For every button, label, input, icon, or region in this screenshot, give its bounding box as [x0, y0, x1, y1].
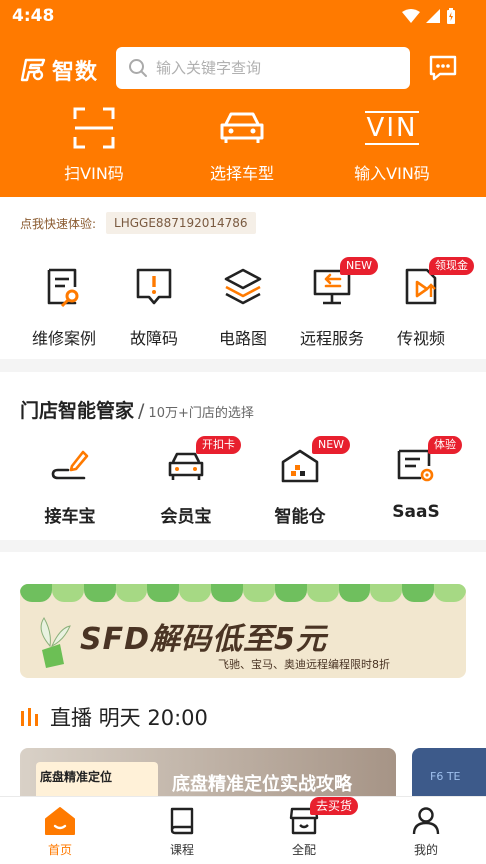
promo-section: SFD解码低至5元 飞驰、宝马、奥迪远程编程限时8折 直播 明天 20:00 底… [0, 552, 486, 812]
tool-upload-video[interactable]: 传视频 领现金 [377, 257, 474, 349]
store-manager-header: 门店智能管家 / 10万+门店的选择 [20, 396, 254, 423]
logo-icon [20, 58, 46, 82]
live-title: 直播 明天 20:00 [50, 706, 208, 730]
trial-vin-code[interactable]: LHGGE887192014786 [106, 212, 256, 234]
tab-profile[interactable]: 我的 [386, 805, 466, 858]
live-card-title: 底盘精准定位实战攻略 [172, 774, 352, 795]
new-badge: NEW [340, 257, 379, 275]
search-bar[interactable] [116, 47, 410, 89]
tab-home[interactable]: 首页 [20, 805, 100, 858]
tab-parts[interactable]: 全配 去买货 [264, 797, 359, 858]
new-badge: NEW [312, 436, 351, 454]
fault-code-icon [136, 268, 172, 305]
trial-label: 点我快速体验: [20, 216, 97, 231]
search-input[interactable] [156, 59, 386, 77]
search-icon [129, 59, 147, 77]
top-bar: 智数 [0, 44, 486, 92]
user-icon [412, 807, 440, 835]
trial-badge: 体验 [428, 436, 462, 454]
tab-label: 我的 [413, 843, 438, 857]
cash-reward-badge: 领现金 [429, 257, 474, 275]
store-item-label: 接车宝 [44, 507, 96, 527]
tool-fault-code[interactable]: 故障码 [110, 265, 198, 349]
banner-subtitle: 飞驰、宝马、奥迪远程编程限时8折 [218, 658, 390, 671]
store-item-label: 会员宝 [160, 507, 212, 527]
live-card-next-text: F6 TE [430, 770, 461, 783]
tool-circuit[interactable]: 电路图 [199, 265, 287, 349]
status-time: 4:48 [12, 6, 55, 26]
tool-label: 远程服务 [299, 329, 364, 348]
store-item-label: 智能仓 [274, 507, 326, 527]
store-manager-subtitle: 10万+门店的选择 [148, 406, 254, 421]
buy-goods-badge: 去买货 [310, 797, 359, 815]
header: 4:48 智数 输入关键字查询 扫VIN码 选择车型 VIN 输入VIN码 [0, 0, 486, 197]
pen-road-icon [51, 450, 89, 480]
select-model-button[interactable]: 选择车型 [182, 106, 302, 186]
status-bar: 4:48 [0, 0, 486, 34]
tool-label: 传视频 [396, 329, 445, 348]
tab-label: 全配 [291, 843, 316, 857]
book-icon [170, 807, 194, 835]
logo-text: 智数 [52, 60, 99, 85]
wifi-icon [402, 9, 420, 23]
store-item-member[interactable]: 会员宝 开扣卡 [136, 436, 241, 527]
input-vin-button[interactable]: VIN 输入VIN码 [332, 106, 452, 186]
trial-row[interactable]: 点我快速体验: LHGGE887192014786 [20, 212, 256, 234]
app-logo: 智数 [20, 54, 98, 86]
tool-label: 故障码 [129, 329, 178, 348]
circuit-layers-icon [224, 268, 262, 305]
store-item-label: SaaS [392, 502, 440, 522]
store-manager-title: 门店智能管家 [20, 400, 135, 422]
banner-awning [20, 584, 466, 602]
scan-icon [73, 107, 115, 149]
store-item-warehouse[interactable]: 智能仓 NEW [250, 436, 351, 527]
select-model-label: 选择车型 [209, 164, 274, 183]
home-icon [45, 807, 75, 835]
tab-label: 课程 [169, 843, 194, 857]
tool-remote-service[interactable]: 远程服务 NEW [288, 257, 379, 349]
live-bars-icon [21, 708, 38, 726]
input-vin-label: 输入VIN码 [354, 164, 430, 183]
promo-banner[interactable]: SFD解码低至5元 飞驰、宝马、奥迪远程编程限时8折 [20, 584, 466, 678]
vin-icon: VIN [364, 111, 420, 145]
tab-label: 首页 [47, 843, 72, 857]
store-item-reception[interactable]: 接车宝 [20, 446, 120, 527]
status-icons [402, 8, 456, 24]
repair-case-icon [47, 268, 79, 307]
title-separator: / [138, 400, 145, 422]
open-card-badge: 开扣卡 [196, 436, 241, 454]
tools-section: 点我快速体验: LHGGE887192014786 维修案例 故障码 电路图 远… [0, 197, 486, 359]
signal-icon [426, 9, 440, 23]
bottom-tab-bar: 首页 课程 全配 去买货 我的 [0, 796, 486, 864]
message-icon[interactable] [428, 54, 458, 82]
banner-title: SFD解码低至5元 [80, 622, 327, 657]
live-header: 直播 明天 20:00 [20, 702, 208, 732]
scan-vin-button[interactable]: 扫VIN码 [34, 106, 154, 186]
tab-courses[interactable]: 课程 [142, 805, 222, 858]
car-icon [220, 112, 264, 143]
tool-label: 维修案例 [31, 329, 96, 348]
store-item-saas[interactable]: SaaS 体验 [366, 436, 466, 522]
scan-vin-label: 扫VIN码 [64, 164, 124, 183]
store-manager-section: 门店智能管家 / 10万+门店的选择 接车宝 会员宝 开扣卡 智能仓 NEW S… [0, 372, 486, 540]
app-screen: 4:48 智数 输入关键字查询 扫VIN码 选择车型 VIN 输入VIN码 点我… [0, 0, 486, 864]
plant-icon [40, 617, 71, 668]
tool-label: 电路图 [218, 329, 267, 348]
tool-repair-case[interactable]: 维修案例 [20, 265, 108, 349]
battery-icon [447, 8, 455, 24]
